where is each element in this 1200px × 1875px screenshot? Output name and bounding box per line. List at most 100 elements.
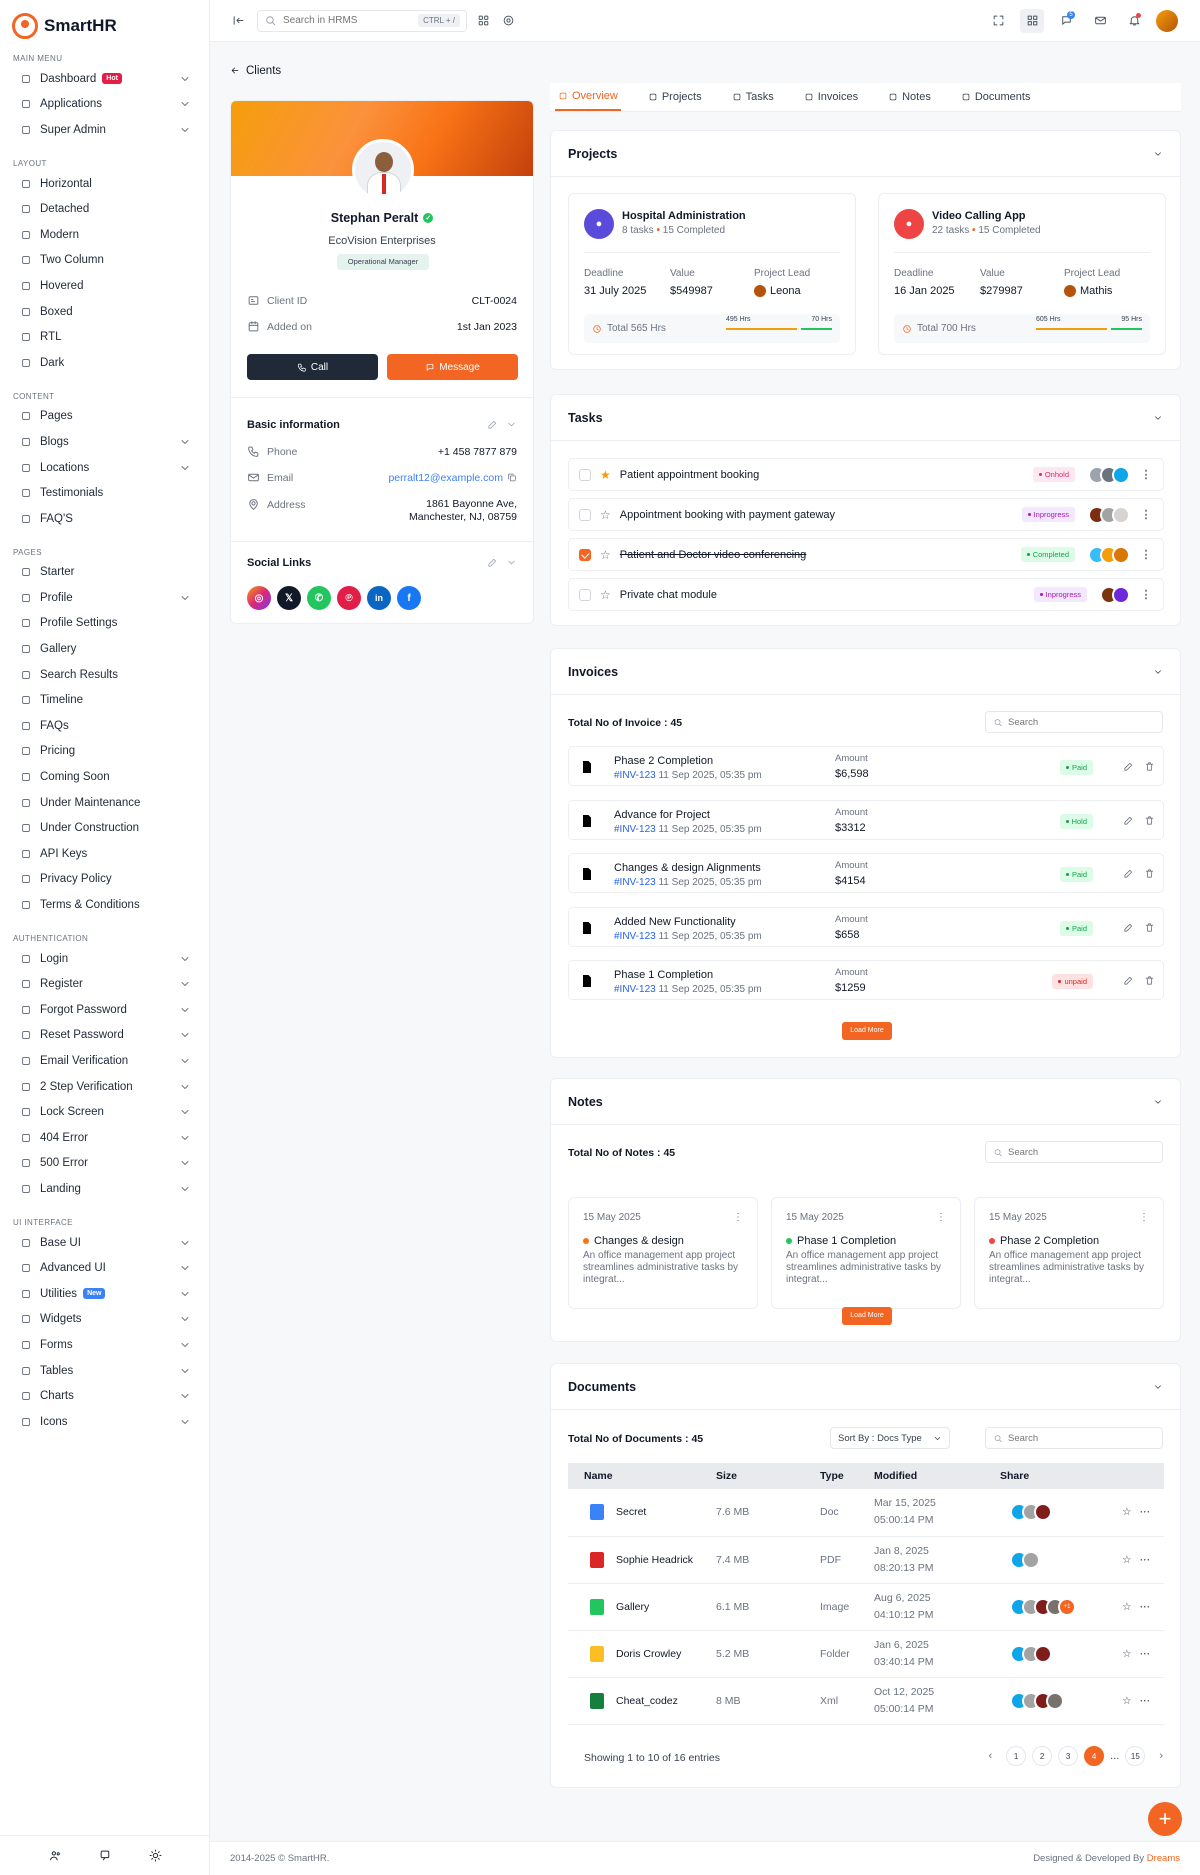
whatsapp-icon[interactable]: ✆: [307, 586, 331, 610]
linkedin-icon[interactable]: in: [367, 586, 391, 610]
more-vertical-icon[interactable]: ⋮: [1139, 588, 1153, 601]
dashboard-button[interactable]: [1020, 8, 1044, 33]
sidebar-item-timeline[interactable]: Timeline: [0, 687, 209, 713]
sidebar-item-lock-screen[interactable]: Lock Screen: [0, 1099, 209, 1125]
chevron-down-icon[interactable]: [1153, 149, 1163, 159]
invoice-item[interactable]: Phase 2 Completion #INV-123 11 Sep 2025,…: [568, 746, 1164, 786]
document-name[interactable]: Sophie Headrick: [616, 1553, 693, 1565]
sidebar-item-pages[interactable]: Pages: [0, 404, 209, 430]
sidebar-item-utilities[interactable]: Utilities New: [0, 1281, 209, 1307]
sidebar-item-forgot-password[interactable]: Forgot Password: [0, 997, 209, 1023]
star-icon[interactable]: ☆: [600, 508, 611, 522]
message-button[interactable]: Message: [387, 354, 518, 380]
sidebar-item-profile[interactable]: Profile: [0, 585, 209, 611]
instagram-icon[interactable]: ◎: [247, 586, 271, 610]
sidebar-item-advanced-ui[interactable]: Advanced UI: [0, 1255, 209, 1281]
notes-load-more-button[interactable]: Load More: [842, 1307, 892, 1325]
sidebar-item-two-column[interactable]: Two Column: [0, 248, 209, 274]
chevron-down-icon[interactable]: [1153, 1097, 1163, 1107]
page-4[interactable]: 4: [1084, 1746, 1105, 1766]
users-icon[interactable]: [49, 1849, 62, 1862]
sidebar-item-faqs[interactable]: FAQs: [0, 713, 209, 739]
sidebar-item-forms[interactable]: Forms: [0, 1332, 209, 1358]
task-checkbox[interactable]: [579, 468, 591, 481]
sidebar-item-dark[interactable]: Dark: [0, 350, 209, 376]
document-name[interactable]: Cheat_codez: [616, 1694, 678, 1706]
fullscreen-button[interactable]: [986, 9, 1010, 33]
trash-icon[interactable]: [1144, 814, 1155, 827]
pinterest-icon[interactable]: ℗: [337, 586, 361, 610]
table-row[interactable]: Cheat_codez 8 MB Xml Oct 12, 2025 05:00:1…: [568, 1677, 1164, 1725]
task-checkbox[interactable]: [579, 588, 591, 601]
sidebar-item-reset-password[interactable]: Reset Password: [0, 1023, 209, 1049]
brand-logo[interactable]: SmartHR: [0, 0, 209, 52]
sidebar-item-privacy-policy[interactable]: Privacy Policy: [0, 867, 209, 893]
sidebar-item-icons[interactable]: Icons: [0, 1409, 209, 1435]
global-search[interactable]: CTRL + /: [257, 9, 467, 32]
collapse-sidebar-icon[interactable]: [232, 14, 245, 27]
document-name[interactable]: Gallery: [616, 1600, 649, 1612]
chevron-down-icon[interactable]: [1153, 413, 1163, 423]
x-twitter-icon[interactable]: 𝕏: [277, 586, 301, 610]
sidebar-item-404-error[interactable]: 404 Error: [0, 1125, 209, 1151]
tab-documents[interactable]: Documents: [958, 83, 1034, 111]
apps-grid-icon[interactable]: [477, 14, 490, 27]
notes-search-input[interactable]: [1008, 1146, 1155, 1158]
tab-overview[interactable]: Overview: [555, 83, 621, 111]
invoice-id-link[interactable]: #INV-123: [614, 824, 656, 835]
invoice-item[interactable]: Advance for Project #INV-123 11 Sep 2025…: [568, 799, 1164, 840]
sidebar-item-testimonials[interactable]: Testimonials: [0, 480, 209, 506]
note-card[interactable]: 15 May 2025 ⋮ Changes & design An office …: [568, 1197, 758, 1309]
documents-search-input[interactable]: [1008, 1432, 1155, 1444]
star-icon[interactable]: ☆: [600, 588, 611, 602]
sidebar-item-blogs[interactable]: Blogs: [0, 429, 209, 455]
edit-icon[interactable]: [487, 556, 498, 569]
email-link[interactable]: perralt12@example.com: [388, 472, 503, 484]
share-more-count[interactable]: +1: [1058, 1597, 1076, 1616]
chat-button[interactable]: 5: [1054, 9, 1078, 33]
sidebar-item-faq-s[interactable]: FAQ'S: [0, 506, 209, 532]
user-avatar[interactable]: [1156, 9, 1178, 32]
document-name[interactable]: Doris Crowley: [616, 1647, 681, 1659]
sidebar-item-locations[interactable]: Locations: [0, 455, 209, 481]
documents-search[interactable]: [985, 1427, 1163, 1449]
sidebar-item-email-verification[interactable]: Email Verification: [0, 1048, 209, 1074]
more-vertical-icon[interactable]: ⋮: [936, 1212, 946, 1223]
trash-icon[interactable]: [1144, 974, 1155, 987]
more-horizontal-icon[interactable]: ⋯: [1140, 1648, 1151, 1660]
sidebar-item-dashboard[interactable]: Dashboard Hot: [0, 66, 209, 92]
star-icon[interactable]: ☆: [1122, 1648, 1131, 1660]
chevron-down-icon[interactable]: [506, 556, 517, 569]
star-icon[interactable]: ☆: [1122, 1601, 1131, 1613]
add-fab-button[interactable]: +: [1148, 1802, 1182, 1836]
chevron-down-icon[interactable]: [1153, 1382, 1163, 1392]
invoices-search-input[interactable]: [1008, 716, 1155, 728]
sidebar-item-modern[interactable]: Modern: [0, 222, 209, 248]
edit-icon[interactable]: [1123, 760, 1134, 773]
sidebar-item-search-results[interactable]: Search Results: [0, 662, 209, 688]
project-card[interactable]: ● Video Calling App 22 tasks • 15 Comple…: [878, 193, 1166, 355]
global-search-input[interactable]: [283, 15, 413, 26]
star-icon[interactable]: ★: [600, 468, 611, 482]
mail-button[interactable]: [1088, 9, 1112, 33]
note-card[interactable]: 15 May 2025 ⋮ Phase 1 Completion An offic…: [771, 1197, 961, 1309]
more-vertical-icon[interactable]: ⋮: [1139, 1212, 1149, 1223]
sidebar-item-2-step-verification[interactable]: 2 Step Verification: [0, 1074, 209, 1100]
next-page-icon[interactable]: ›: [1159, 1750, 1163, 1762]
sidebar-item-landing[interactable]: Landing: [0, 1176, 209, 1202]
sidebar-item-under-maintenance[interactable]: Under Maintenance: [0, 790, 209, 816]
trash-icon[interactable]: [1144, 867, 1155, 880]
sidebar-item-horizontal[interactable]: Horizontal: [0, 171, 209, 197]
sidebar-item-profile-settings[interactable]: Profile Settings: [0, 611, 209, 637]
sidebar-item-pricing[interactable]: Pricing: [0, 739, 209, 765]
edit-icon[interactable]: [487, 418, 498, 431]
call-button[interactable]: Call: [247, 354, 378, 380]
tab-notes[interactable]: Notes: [885, 83, 934, 111]
trash-icon[interactable]: [1144, 921, 1155, 934]
project-card[interactable]: ● Hospital Administration 8 tasks • 15 C…: [568, 193, 856, 355]
sidebar-item-under-construction[interactable]: Under Construction: [0, 815, 209, 841]
sidebar-item-api-keys[interactable]: API Keys: [0, 841, 209, 867]
invoice-id-link[interactable]: #INV-123: [614, 931, 656, 942]
task-item[interactable]: ★ Patient appointment booking Onhold ⋮: [568, 458, 1164, 491]
prev-page-icon[interactable]: ‹: [988, 1750, 992, 1762]
